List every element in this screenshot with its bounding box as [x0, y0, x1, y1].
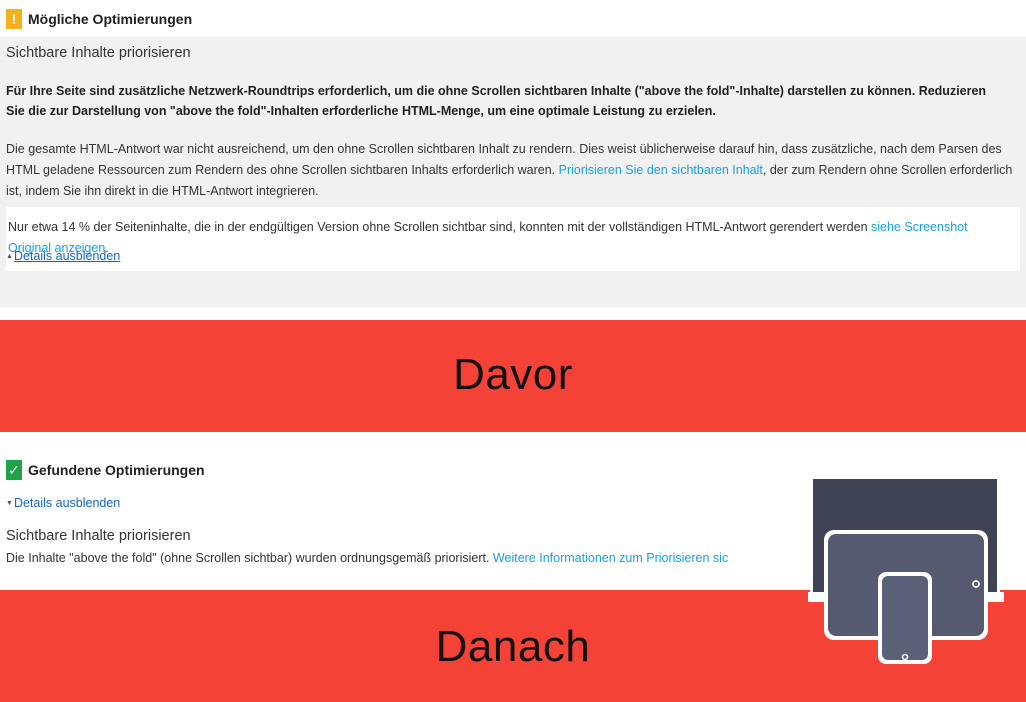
- rule-details-box: Sichtbare Inhalte priorisieren Für Ihre …: [0, 37, 1026, 307]
- prioritize-content-link[interactable]: Priorisieren Sie den sichtbaren Inhalt: [559, 163, 763, 177]
- found-heading-text: Gefundene Optimierungen: [28, 462, 205, 478]
- hide-details-label: Details ausblenden: [13, 249, 121, 263]
- rule-description: Die gesamte HTML-Antwort war nicht ausre…: [6, 139, 1014, 202]
- hide-details-link[interactable]: ▲Details ausblenden: [6, 249, 120, 263]
- before-label: Davor: [453, 350, 573, 399]
- triangle-down-icon: ▼: [6, 500, 13, 508]
- possible-optimizations-heading: ! Mögliche Optimierungen: [6, 8, 192, 30]
- rule-title: Sichtbare Inhalte priorisieren: [6, 45, 191, 61]
- heading-text: Mögliche Optimierungen: [28, 11, 193, 27]
- found-text: Die Inhalte "above the fold" (ohne Scrol…: [6, 551, 493, 565]
- hide-details-link-2[interactable]: ▼Details ausblenden: [6, 496, 120, 510]
- result-text-body: Nur etwa 14 % der Seiteninhalte, die in …: [8, 220, 871, 234]
- found-optimizations-heading: ✓ Gefundene Optimierungen: [6, 459, 205, 481]
- hide-details-label-2: Details ausblenden: [13, 496, 121, 510]
- before-band: Davor: [0, 320, 1026, 432]
- result-card: Nur etwa 14 % der Seiteninhalte, die in …: [6, 207, 1020, 271]
- checkmark-icon: ✓: [6, 460, 22, 480]
- triangle-up-icon: ▲: [6, 253, 13, 261]
- responsive-devices-icon: [808, 476, 1004, 664]
- rule-title-2: Sichtbare Inhalte priorisieren: [6, 528, 191, 544]
- found-description: Die Inhalte "above the fold" (ohne Scrol…: [6, 551, 866, 565]
- more-info-link[interactable]: Weitere Informationen zum Priorisieren s…: [493, 551, 728, 565]
- warning-icon: !: [6, 9, 22, 29]
- result-text: Nur etwa 14 % der Seiteninhalte, die in …: [8, 217, 1008, 259]
- before-panel: ! Mögliche Optimierungen Sichtbare Inhal…: [0, 0, 1026, 320]
- rule-summary: Für Ihre Seite sind zusätzliche Netzwerk…: [6, 84, 987, 118]
